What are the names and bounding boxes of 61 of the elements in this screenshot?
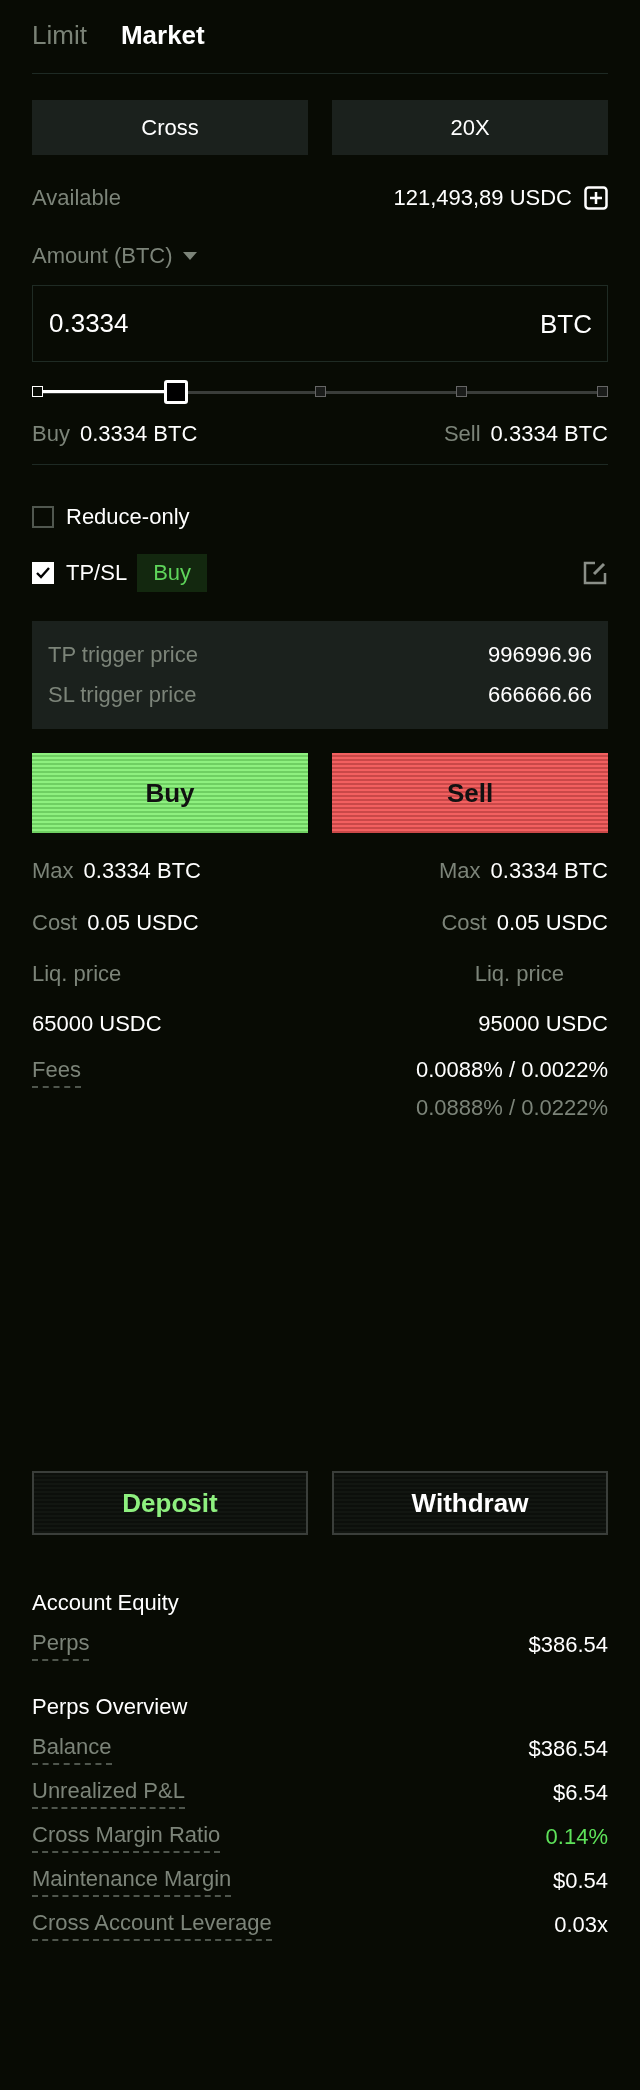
section-title: Perps Overview <box>32 1693 189 1721</box>
info-value: 0.05 USDC <box>496 910 608 936</box>
info-label: Max <box>439 858 481 884</box>
metric-value: $386.54 <box>528 1736 608 1762</box>
edit-icon[interactable] <box>582 560 608 586</box>
order-type-tab[interactable]: Limit <box>32 20 87 51</box>
slider-step[interactable] <box>455 386 467 397</box>
info-label: Max <box>32 858 74 884</box>
slider-thumb[interactable] <box>164 380 188 404</box>
metric-value: 0.03x <box>554 1912 608 1938</box>
info-label: Liq. price <box>32 961 122 987</box>
metric-value: 0.14% <box>545 1824 608 1850</box>
metric-label[interactable]: Perps <box>32 1629 90 1661</box>
withdraw-button[interactable]: Withdraw <box>332 1471 608 1535</box>
available-label: Available <box>32 185 121 211</box>
info-label: Cost <box>32 910 78 936</box>
info-value: 95000 USDC <box>478 1011 608 1037</box>
info-value: 0.3334 BTC <box>490 858 608 884</box>
metric-label[interactable]: Cross Account Leverage <box>32 1909 272 1941</box>
add-icon[interactable] <box>584 186 608 210</box>
available-value: 121,493,89 USDC <box>393 185 572 211</box>
amount-label[interactable]: Amount (BTC) <box>32 243 173 269</box>
checkbox[interactable] <box>32 506 54 528</box>
buy-button[interactable]: Buy <box>32 753 308 833</box>
info-value: 0.05 USDC <box>87 910 199 936</box>
info-label: Liq. price <box>474 961 564 987</box>
metric-value: $386.54 <box>528 1632 608 1658</box>
option-label[interactable]: TP/SL <box>66 560 128 586</box>
order-type-tab[interactable]: Market <box>120 20 205 51</box>
info-value: 0.3334 BTC <box>83 858 201 884</box>
metric-label[interactable]: Unrealized P&L <box>32 1777 185 1809</box>
slider-step[interactable] <box>597 386 608 397</box>
section-title: Account Equity <box>32 1589 180 1617</box>
info-value: 0.3334 BTC <box>490 421 608 447</box>
info-label: Buy <box>32 421 70 447</box>
info-value: 65000 USDC <box>32 1011 162 1037</box>
info-label: Cost <box>441 910 487 936</box>
info-label: Sell <box>443 421 481 447</box>
fee-rate: 0.0088% / 0.0022% <box>415 1057 608 1083</box>
trigger-label: SL trigger price <box>48 682 197 708</box>
side-tag: Buy <box>137 554 208 592</box>
metric-label[interactable]: Maintenance Margin <box>32 1865 232 1897</box>
check-icon <box>36 567 50 579</box>
metric-label[interactable]: Balance <box>32 1733 112 1765</box>
margin-mode-button[interactable]: 20X <box>332 100 608 155</box>
metric-value: $0.54 <box>552 1868 608 1894</box>
deposit-button[interactable]: Deposit <box>32 1471 308 1535</box>
caret-icon[interactable] <box>182 251 197 261</box>
info-value: 0.3334 BTC <box>79 421 198 447</box>
metric-value: $6.54 <box>552 1780 608 1806</box>
trigger-value: 996996.96 <box>488 642 592 668</box>
fees-label[interactable]: Fees <box>32 1057 81 1088</box>
unit-label: BTC <box>540 308 592 339</box>
metric-label[interactable]: Cross Margin Ratio <box>32 1821 221 1853</box>
trigger-label: TP trigger price <box>48 642 198 668</box>
slider-step[interactable] <box>314 386 326 397</box>
option-label[interactable]: Reduce-only <box>66 504 190 530</box>
trigger-value: 666666.66 <box>488 682 592 708</box>
margin-mode-button[interactable]: Cross <box>32 100 308 155</box>
fee-rate: 0.0888% / 0.0222% <box>415 1095 608 1121</box>
sell-button[interactable]: Sell <box>332 753 608 833</box>
